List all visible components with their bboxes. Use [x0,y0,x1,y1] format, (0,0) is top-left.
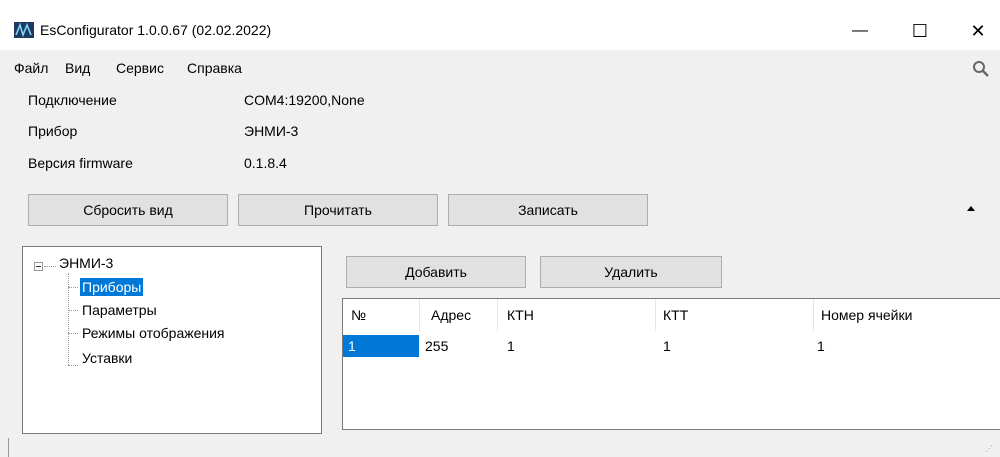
table-row[interactable]: 1 255 1 1 1 [343,335,1000,357]
minimize-button[interactable]: — [837,10,883,52]
tree-item-setpoints[interactable]: Уставки [80,349,134,367]
app-logo-icon [14,22,34,38]
delete-button[interactable]: Удалить [540,256,722,288]
cell-number[interactable]: 1 [343,335,419,357]
reset-view-button[interactable]: Сбросить вид [28,194,228,226]
connection-value: COM4:19200,None [244,92,365,108]
column-cell-number[interactable]: Номер ячейки [821,307,912,323]
column-number[interactable]: № [351,307,366,323]
column-address[interactable]: Адрес [431,307,471,323]
search-icon[interactable] [972,60,990,78]
close-button[interactable]: ✕ [955,10,1000,52]
minimize-icon: — [852,22,868,39]
cell-address[interactable]: 255 [425,338,448,354]
read-button[interactable]: Прочитать [238,194,438,226]
cell-ktt[interactable]: 1 [663,338,671,354]
cell-ktn[interactable]: 1 [507,338,515,354]
table-header: № Адрес КТН КТТ Номер ячейки [343,299,1000,331]
firmware-label: Версия firmware [28,155,133,171]
tree-item-devices[interactable]: Приборы [80,278,144,296]
maximize-button[interactable]: ☐ [897,10,943,52]
tree-item-display-modes[interactable]: Режимы отображения [80,324,227,342]
menu-help[interactable]: Справка [187,60,242,76]
tree-connector [68,287,78,288]
column-ktt[interactable]: КТТ [663,307,688,323]
tree-root[interactable]: ЭНМИ-3 [59,255,113,271]
add-button[interactable]: Добавить [346,256,526,288]
resize-grip-icon[interactable]: ⋰ [985,444,993,453]
column-divider[interactable] [497,299,498,331]
tree-collapse-toggle[interactable] [34,262,43,271]
device-label: Прибор [28,123,78,139]
device-tree: ЭНМИ-3 Приборы Параметры Режимы отображе… [22,246,322,434]
device-value: ЭНМИ-3 [244,123,299,139]
tree-connector [68,333,78,334]
column-divider[interactable] [813,299,814,331]
window-border [8,438,9,457]
menu-file[interactable]: Файл [14,60,48,76]
tree-item-parameters[interactable]: Параметры [80,301,159,319]
write-button[interactable]: Записать [448,194,648,226]
tree-connector [68,310,78,311]
close-icon: ✕ [970,20,986,41]
tree-connector [68,365,78,366]
column-divider[interactable] [655,299,656,331]
menu-bar: Файл Вид Сервис Справка [0,58,1000,82]
title-bar: EsConfigurator 1.0.0.67 (02.02.2022) — ☐… [0,0,1000,50]
column-ktn[interactable]: КТН [507,307,534,323]
devices-table: № Адрес КТН КТТ Номер ячейки 1 255 1 1 1 [342,298,1000,430]
tree-connector [44,266,56,267]
firmware-value: 0.1.8.4 [244,155,287,171]
column-divider[interactable] [419,299,420,331]
window-title: EsConfigurator 1.0.0.67 (02.02.2022) [40,22,272,38]
connection-label: Подключение [28,92,117,108]
menu-service[interactable]: Сервис [116,60,164,76]
menu-view[interactable]: Вид [65,60,90,76]
cell-cell-number[interactable]: 1 [817,338,825,354]
collapse-up-icon[interactable] [967,205,975,211]
maximize-icon: ☐ [911,20,929,41]
